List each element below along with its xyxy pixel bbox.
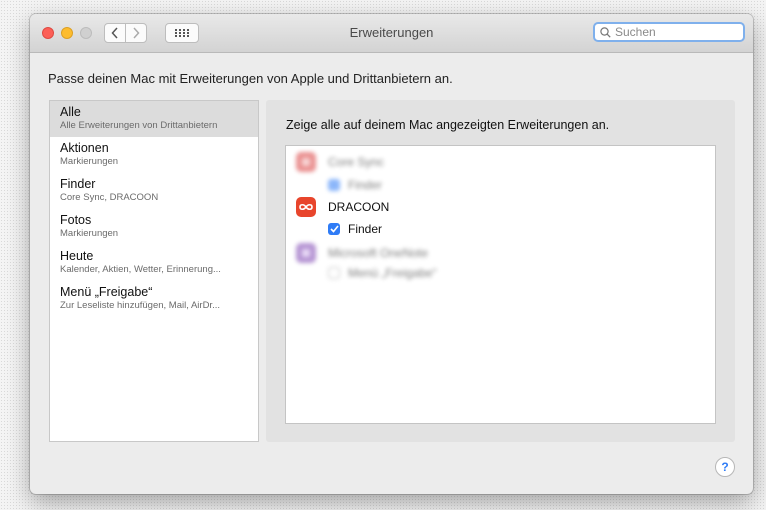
sidebar-item-desc: Markierungen [60,156,119,167]
extension-app-name: Core Sync [328,155,385,169]
preferences-window: Erweiterungen Suchen Passe deinen Mac mi… [30,14,753,494]
main-panel: Zeige alle auf deinem Mac angezeigten Er… [266,100,735,442]
sidebar-item-fotos[interactable]: Fotos Markierungen [50,209,258,245]
search-icon [600,26,611,38]
sidebar-item-title: Finder [60,177,96,191]
checkbox-unchecked[interactable] [328,267,340,279]
sidebar-item-heute[interactable]: Heute Kalender, Aktien, Wetter, Erinneru… [50,245,258,281]
extension-option-row[interactable]: Finder [328,178,382,192]
sidebar-item-title: Menü „Freigabe“ [60,285,153,299]
search-placeholder: Suchen [615,25,656,39]
main-header: Zeige alle auf deinem Mac angezeigten Er… [286,118,610,132]
sidebar-item-desc: Zur Leseliste hinzufügen, Mail, AirDr... [60,300,220,311]
sidebar-item-title: Aktionen [60,141,109,155]
extension-app-row: DRACOON [296,197,389,217]
sidebar-item-aktionen[interactable]: Aktionen Markierungen [50,137,258,173]
titlebar: Erweiterungen Suchen [30,14,753,53]
sidebar-item-desc: Kalender, Aktien, Wetter, Erinnerung... [60,264,221,275]
sidebar-item-title: Alle [60,105,81,119]
extension-option-label: Menü „Freigabe“ [348,266,437,280]
extension-list: Core Sync Finder DRACOON Finder Microsof… [285,145,716,424]
sidebar-item-alle[interactable]: Alle Alle Erweiterungen von Drittanbiete… [50,101,258,137]
extension-app-row: Microsoft OneNote [296,243,428,263]
checkmark-icon [329,225,339,233]
extension-app-name: DRACOON [328,200,390,214]
sidebar-item-title: Heute [60,249,94,263]
sidebar: Alle Alle Erweiterungen von Drittanbiete… [49,100,259,442]
help-button[interactable]: ? [715,457,735,477]
sidebar-item-desc: Markierungen [60,228,119,239]
dracoon-icon [296,197,316,217]
extension-app-row: Core Sync [296,152,384,172]
sidebar-item-desc: Core Sync, DRACOON [60,192,159,203]
checkbox-checked[interactable] [328,223,340,235]
sidebar-item-finder[interactable]: Finder Core Sync, DRACOON [50,173,258,209]
checkbox[interactable] [328,179,340,191]
core-sync-icon [296,152,316,172]
extension-option-row[interactable]: Menü „Freigabe“ [328,266,437,280]
page-subtitle: Passe deinen Mac mit Erweiterungen von A… [48,71,453,86]
search-input[interactable]: Suchen [593,22,745,42]
onenote-icon [296,243,316,263]
sidebar-item-desc: Alle Erweiterungen von Drittanbietern [60,120,218,131]
sidebar-item-title: Fotos [60,213,92,227]
extension-option-label: Finder [348,222,383,236]
extension-option-label: Finder [348,178,383,192]
extension-app-name: Microsoft OneNote [328,246,429,260]
extension-option-row[interactable]: Finder [328,222,382,236]
sidebar-item-freigabe[interactable]: Menü „Freigabe“ Zur Leseliste hinzufügen… [50,281,258,317]
